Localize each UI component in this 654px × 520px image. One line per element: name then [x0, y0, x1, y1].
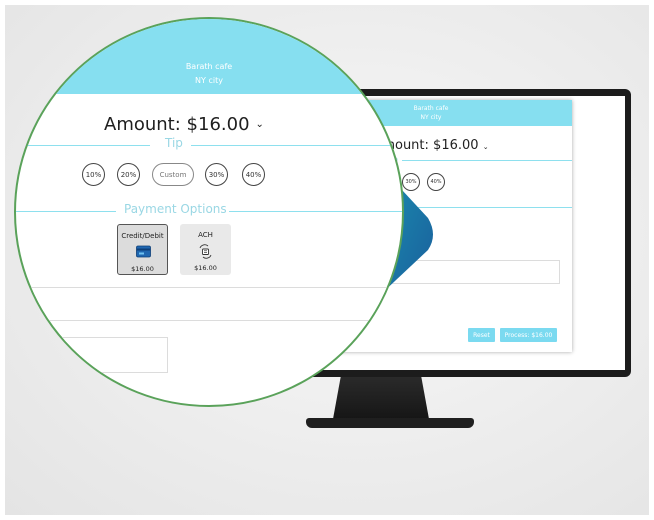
monitor-stand: [333, 377, 429, 419]
amount-label: Amount:: [104, 114, 181, 135]
payment-option-label: ACH: [198, 231, 213, 239]
credit-card-icon: [136, 245, 151, 258]
amount-value: $16.00: [186, 114, 250, 135]
tip-option-40[interactable]: 40%: [242, 163, 265, 186]
input-field-secondary[interactable]: [16, 337, 168, 373]
tip-option-10[interactable]: 10%: [82, 163, 105, 186]
payment-option-ach[interactable]: ACH $16.00: [180, 224, 231, 275]
process-button[interactable]: Process: $16.00: [500, 328, 557, 342]
reset-button[interactable]: Reset: [468, 328, 495, 342]
input-field[interactable]: [16, 287, 388, 321]
chevron-down-icon: ⌄: [255, 119, 264, 130]
tip-divider-left: [16, 145, 150, 146]
payment-option-label: Credit/Debit: [121, 232, 164, 240]
payment-divider-left: [16, 211, 116, 212]
payment-option-credit-debit[interactable]: Credit/Debit $16.00: [117, 224, 168, 275]
merchant-location: NY city: [195, 76, 223, 85]
payment-option-amount: $16.00: [194, 264, 217, 272]
merchant-name: Barath cafe: [185, 62, 233, 71]
monitor-base: [306, 418, 474, 428]
amount-display[interactable]: Amount: $16.00 ⌄: [104, 114, 264, 135]
zoom-header: Barath cafe NY city: [16, 19, 402, 94]
tip-option-custom[interactable]: Custom: [152, 163, 194, 186]
payment-option-amount: $16.00: [131, 265, 154, 273]
payment-title: Payment Options: [124, 202, 227, 216]
tip-title: Tip: [165, 136, 183, 150]
zoom-magnifier: Barath cafe NY city Amount: $16.00 ⌄ Tip…: [14, 17, 404, 407]
bank-transfer-icon: [199, 244, 212, 259]
payment-divider-right: [229, 211, 402, 212]
tip-option-20[interactable]: 20%: [117, 163, 140, 186]
chevron-down-icon: ⌄: [482, 143, 489, 151]
tip-divider-right: [191, 145, 402, 146]
tip-option-30[interactable]: 30%: [205, 163, 228, 186]
